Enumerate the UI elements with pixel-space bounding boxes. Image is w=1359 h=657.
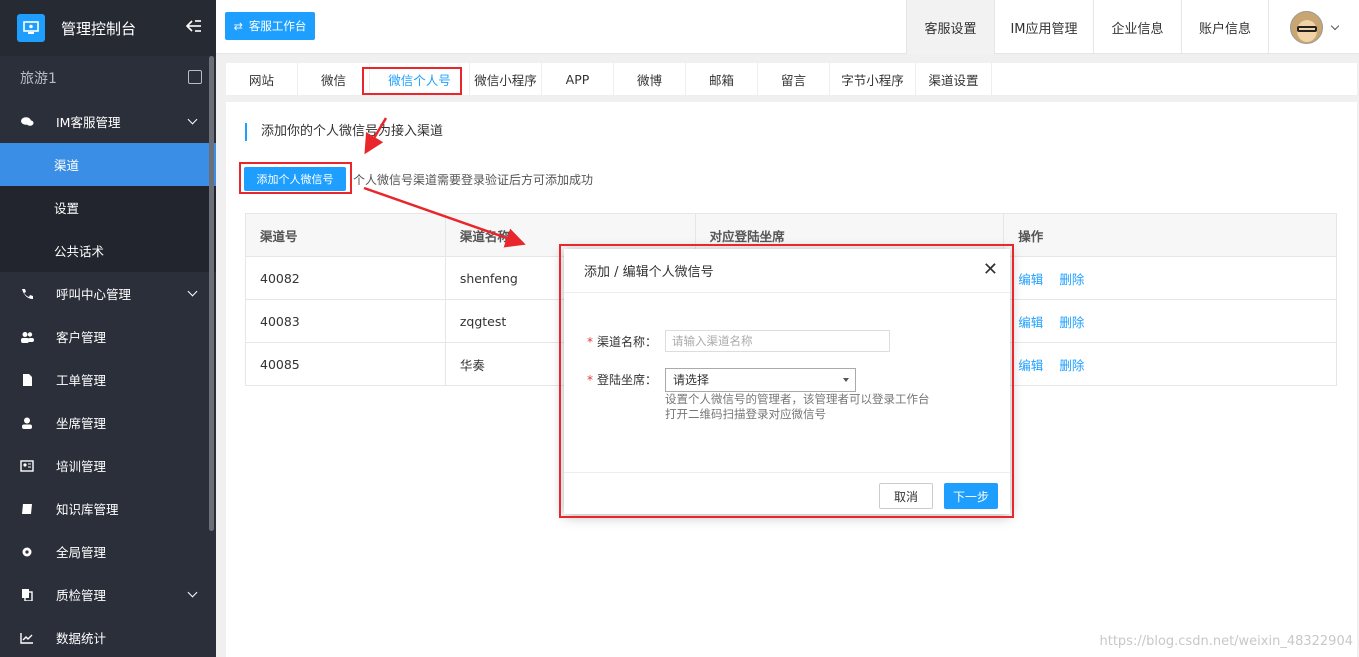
arrow-tab-to-button	[364, 117, 388, 155]
watermark: https://blog.csdn.net/weixin_48322904	[1099, 634, 1353, 649]
annotation-arrows	[363, 117, 526, 248]
arrow-button-to-dialog	[363, 186, 526, 248]
